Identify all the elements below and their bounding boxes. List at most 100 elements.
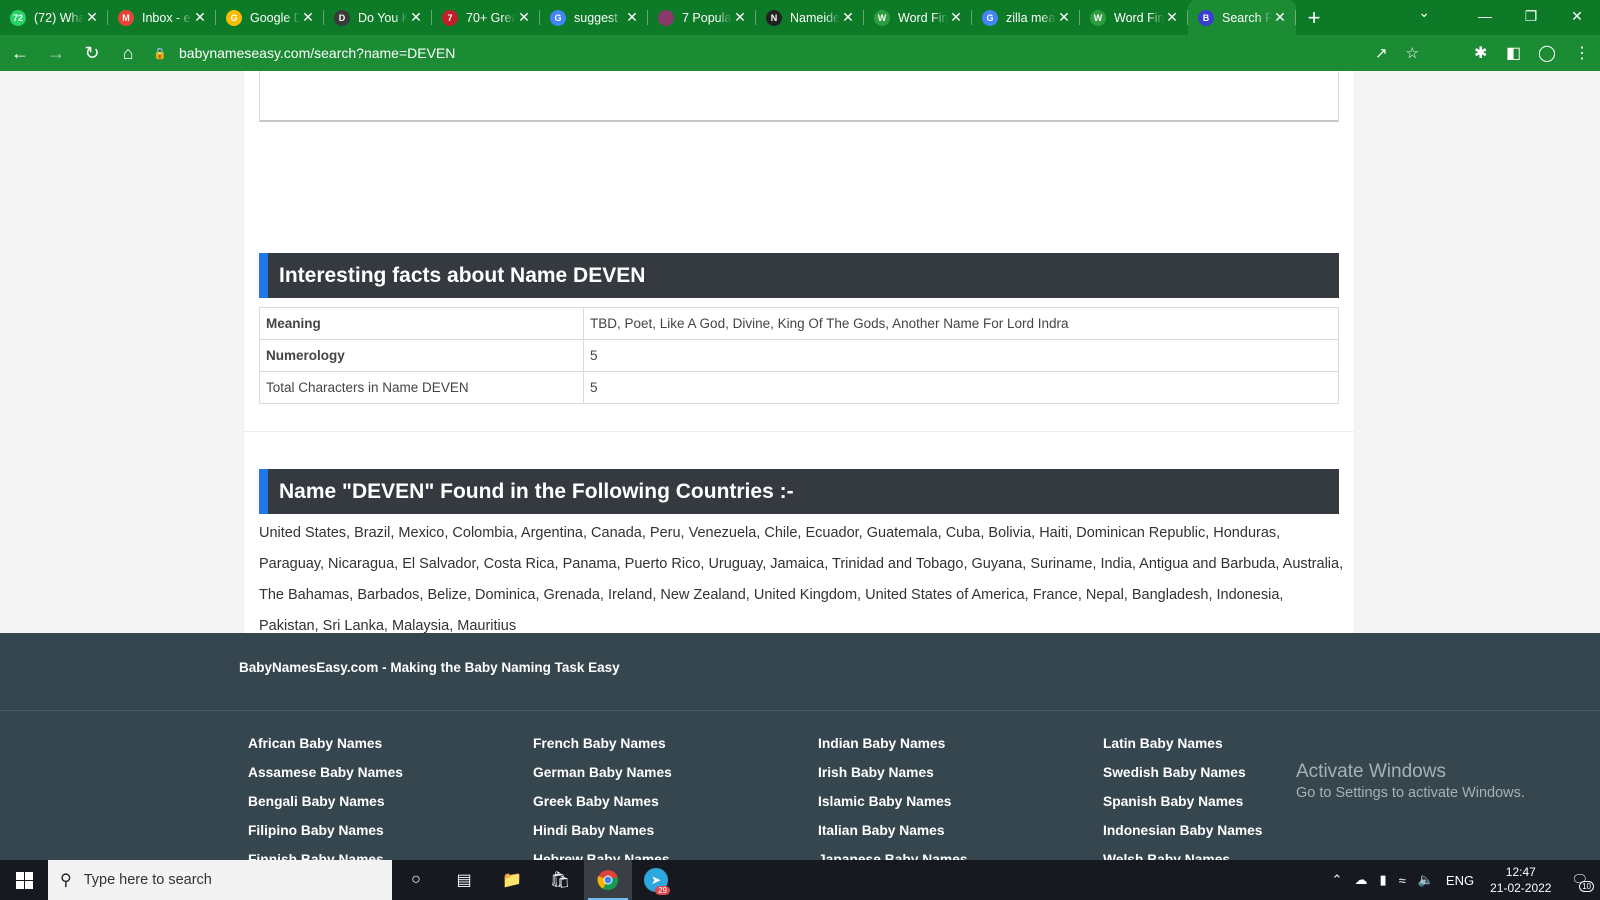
profile-icon[interactable]: ◯ xyxy=(1538,35,1556,71)
browser-tab[interactable]: 7 70+ Great Names✕ xyxy=(432,0,540,35)
restore-icon[interactable]: ❐ xyxy=(1508,0,1554,32)
facts-table: Meaning TBD, Poet, Like A God, Divine, K… xyxy=(259,307,1339,404)
fact-label-total-characters: Total Characters in Name DEVEN xyxy=(259,371,584,404)
side-panel-icon[interactable]: ◧ xyxy=(1506,35,1521,71)
page-viewport: Interesting facts about Name DEVEN Meani… xyxy=(0,71,1600,860)
footer-link[interactable]: Japanese Baby Names xyxy=(818,845,968,860)
telegram-icon[interactable]: ➤ 29 xyxy=(632,860,680,900)
footer-link[interactable]: Spanish Baby Names xyxy=(1103,787,1262,816)
fact-label-numerology: Numerology xyxy=(259,339,584,372)
forward-icon[interactable]: → xyxy=(40,37,72,69)
reload-icon[interactable]: ↻ xyxy=(76,37,108,69)
table-row: Total Characters in Name DEVEN 5 xyxy=(259,371,1339,404)
footer-link[interactable]: Filipino Baby Names xyxy=(248,816,403,845)
minimize-icon[interactable]: — xyxy=(1462,0,1508,32)
footer-tagline: BabyNamesEasy.com - Making the Baby Nami… xyxy=(239,660,620,675)
cortana-circle-icon[interactable]: ○ xyxy=(392,860,440,900)
footer-link[interactable]: Irish Baby Names xyxy=(818,758,968,787)
browser-tab[interactable]: Gzilla meaning✕ xyxy=(972,0,1080,35)
tab-close-icon[interactable]: ✕ xyxy=(732,9,748,26)
tab-title: Search Results xyxy=(1222,10,1272,25)
notification-center-icon[interactable]: 🗨 10 xyxy=(1571,872,1594,892)
onedrive-cloud-icon[interactable]: ☁ xyxy=(1354,872,1367,888)
taskbar-search-box[interactable]: ⚲ Type here to search xyxy=(48,860,392,900)
footer-link[interactable]: Finnish Baby Names xyxy=(248,845,403,860)
menu-kebab-icon[interactable]: ⋮ xyxy=(1574,35,1590,71)
file-explorer-icon[interactable]: 📁 xyxy=(488,860,536,900)
browser-tab[interactable]: M Inbox - eMail✕ xyxy=(108,0,216,35)
share-icon[interactable]: ↗ xyxy=(1375,44,1388,62)
browser-tab[interactable]: W Word Finder✕ xyxy=(1080,0,1188,35)
footer-link[interactable]: Hebrew Baby Names xyxy=(533,845,672,860)
tab-close-icon[interactable]: ✕ xyxy=(624,9,640,26)
footer-link[interactable]: Greek Baby Names xyxy=(533,787,672,816)
tab-close-icon[interactable]: ✕ xyxy=(192,9,208,26)
footer-link[interactable]: French Baby Names xyxy=(533,729,672,758)
start-button[interactable] xyxy=(0,860,48,900)
tab-close-icon[interactable]: ✕ xyxy=(1164,9,1180,26)
tab-title: Nameideas xyxy=(790,10,840,25)
tab-favicon-icon: 7 xyxy=(442,9,458,26)
footer-link[interactable]: Indonesian Baby Names xyxy=(1103,816,1262,845)
tab-favicon-icon: W xyxy=(874,9,890,26)
wifi-icon[interactable]: ≈ xyxy=(1399,873,1406,888)
content-card: Interesting facts about Name DEVEN Meani… xyxy=(244,71,1354,659)
extensions-puzzle-icon[interactable]: ✱ xyxy=(1474,35,1487,71)
taskbar-search-placeholder: Type here to search xyxy=(83,872,212,888)
footer-link[interactable]: Italian Baby Names xyxy=(818,816,968,845)
footer-link[interactable]: Indian Baby Names xyxy=(818,729,968,758)
volume-icon[interactable]: 🔈 xyxy=(1418,872,1434,888)
browser-tab[interactable]: D Do You Know✕ xyxy=(324,0,432,35)
url-text[interactable]: babynameseasy.com/search?name=DEVEN xyxy=(179,45,455,61)
browser-tab[interactable]: 72 (72) WhatsApp✕ xyxy=(0,0,108,35)
tab-title: 70+ Great Names xyxy=(466,10,516,25)
microsoft-store-icon[interactable]: 🛍 xyxy=(536,860,584,900)
language-indicator[interactable]: ENG xyxy=(1446,873,1474,888)
telegram-unread-badge: 29 xyxy=(655,886,670,895)
clock[interactable]: 12:47 21-02-2022 xyxy=(1490,864,1551,896)
browser-tab[interactable]: W Word Finder✕ xyxy=(864,0,972,35)
footer-link[interactable]: Islamic Baby Names xyxy=(818,787,968,816)
close-window-icon[interactable]: ✕ xyxy=(1554,0,1600,32)
tab-search-icon[interactable]: ⌄ xyxy=(1418,4,1430,21)
task-view-icon[interactable]: ▤ xyxy=(440,860,488,900)
footer-link[interactable]: Bengali Baby Names xyxy=(248,787,403,816)
chrome-icon[interactable] xyxy=(584,860,632,900)
tab-close-icon[interactable]: ✕ xyxy=(300,9,316,26)
footer-column-1: African Baby Names Assamese Baby Names B… xyxy=(248,729,403,860)
tab-close-icon[interactable]: ✕ xyxy=(516,9,532,26)
system-tray: ⌃ ☁ ▮ ≈ 🔈 ENG 12:47 21-02-2022 🗨 10 xyxy=(1326,860,1600,900)
browser-tab[interactable]: N Nameideas✕ xyxy=(756,0,864,35)
footer-link[interactable]: Hindi Baby Names xyxy=(533,816,672,845)
tab-close-icon[interactable]: ✕ xyxy=(948,9,964,26)
browser-tab[interactable]: B Search Results✕ xyxy=(1188,0,1296,35)
tab-close-icon[interactable]: ✕ xyxy=(1056,9,1072,26)
back-icon[interactable]: ← xyxy=(4,37,36,69)
windows-logo-icon xyxy=(15,871,33,889)
section-divider xyxy=(244,431,1354,432)
table-row: Meaning TBD, Poet, Like A God, Divine, K… xyxy=(259,307,1339,340)
footer-link[interactable]: Welsh Baby Names xyxy=(1103,845,1262,860)
footer-link[interactable]: German Baby Names xyxy=(533,758,672,787)
footer-divider xyxy=(0,710,1600,711)
tab-close-icon[interactable]: ✕ xyxy=(1272,9,1288,26)
footer-link[interactable]: Assamese Baby Names xyxy=(248,758,403,787)
footer-link[interactable]: Latin Baby Names xyxy=(1103,729,1262,758)
browser-tab[interactable]: G Google Docs✕ xyxy=(216,0,324,35)
browser-tab[interactable]: 7 Popular ✕ xyxy=(648,0,756,35)
home-icon[interactable]: ⌂ xyxy=(112,37,144,69)
previous-section-box xyxy=(259,71,1339,122)
new-tab-button[interactable]: + xyxy=(1296,0,1332,35)
lock-icon[interactable]: 🔒 xyxy=(153,47,171,60)
tab-close-icon[interactable]: ✕ xyxy=(840,9,856,26)
browser-tab[interactable]: Gsuggest ✕ xyxy=(540,0,648,35)
show-hidden-icons-chevron-icon[interactable]: ⌃ xyxy=(1332,872,1343,888)
battery-icon[interactable]: ▮ xyxy=(1379,872,1386,888)
browser-toolbar: ← → ↻ ⌂ 🔒 babynameseasy.com/search?name=… xyxy=(0,35,1600,71)
bookmark-star-icon[interactable]: ☆ xyxy=(1406,44,1419,62)
tab-close-icon[interactable]: ✕ xyxy=(408,9,424,26)
footer-link[interactable]: Swedish Baby Names xyxy=(1103,758,1262,787)
tab-close-icon[interactable]: ✕ xyxy=(84,9,100,26)
address-bar[interactable]: 🔒 babynameseasy.com/search?name=DEVEN ↗ … xyxy=(143,39,1425,67)
footer-link[interactable]: African Baby Names xyxy=(248,729,403,758)
